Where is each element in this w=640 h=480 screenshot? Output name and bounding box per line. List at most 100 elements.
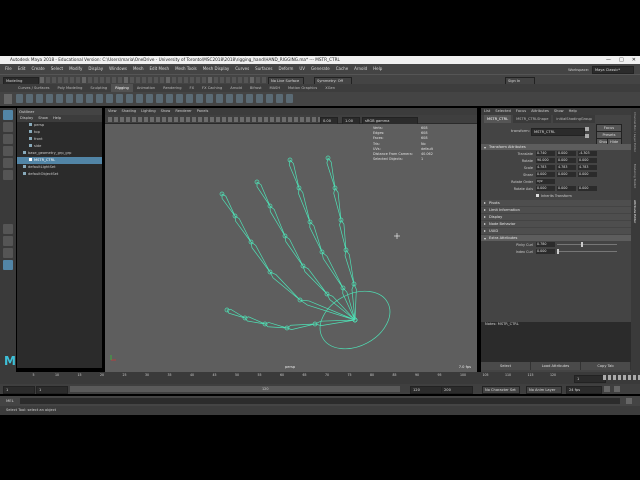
viewport-tool-icon[interactable] (306, 117, 310, 122)
joint-bone[interactable] (333, 187, 342, 221)
viewport-tool-icon[interactable] (258, 117, 262, 122)
ae-menu-help[interactable]: Help (569, 108, 577, 115)
ae-menu-focus[interactable]: Focus (516, 108, 526, 115)
select-button[interactable]: Select (481, 362, 531, 370)
status-tool-icon[interactable] (250, 77, 254, 83)
auto-key-icon[interactable] (604, 386, 610, 392)
shelf-tool-icon[interactable] (266, 94, 273, 103)
shelf-tab-sculpting[interactable]: Sculpting (86, 84, 111, 92)
status-tool-icon[interactable] (184, 77, 188, 83)
viewport-tool-icon[interactable] (288, 117, 292, 122)
script-editor-icon[interactable] (626, 398, 632, 404)
single-view-layout-icon[interactable] (3, 224, 13, 234)
viewport-menu-shading[interactable]: Shading (122, 108, 137, 115)
viewport-tool-icon[interactable] (228, 117, 232, 122)
rotate-tool-icon[interactable] (3, 158, 13, 168)
viewport-tool-icon[interactable] (132, 117, 136, 122)
viewport-menu-renderer[interactable]: Renderer (175, 108, 191, 115)
outliner-item[interactable]: front (17, 136, 102, 143)
menu-display[interactable]: Display (85, 64, 106, 74)
anim-layer-select[interactable]: No Anim Layer (526, 386, 562, 394)
transform-name-field[interactable]: MSTR_CTRL (531, 128, 585, 136)
index-curl-slider-handle[interactable] (557, 249, 559, 254)
rotate-z-field[interactable]: 0.000 (578, 158, 597, 163)
shelf-tab-animation[interactable]: Animation (133, 84, 159, 92)
joint-bone[interactable] (321, 251, 344, 289)
status-tool-icon[interactable] (70, 77, 74, 83)
joint-bone[interactable] (221, 193, 236, 217)
outliner-item[interactable]: defaultLightSet (17, 164, 102, 171)
viewport-tool-icon[interactable] (210, 117, 214, 122)
ae-tab[interactable]: initialShadingGroup (553, 115, 595, 123)
shelf-tool-icon[interactable] (176, 94, 183, 103)
translate-z-field[interactable]: -4.303 (578, 151, 597, 156)
viewport-tool-icon[interactable] (240, 117, 244, 122)
shelf-tool-icon[interactable] (126, 94, 133, 103)
ae-menu-list[interactable]: List (484, 108, 490, 115)
ae-menu-show[interactable]: Show (554, 108, 564, 115)
shelf-tab-xgen[interactable]: XGen (321, 84, 339, 92)
pinky-curl-slider[interactable] (557, 242, 617, 247)
shelf-menu-icon[interactable] (4, 94, 12, 104)
joint-bone[interactable] (286, 323, 316, 330)
shelf-tool-icon[interactable] (216, 94, 223, 103)
outliner-menu-display[interactable]: Display (20, 115, 33, 122)
shelf-tool-icon[interactable] (26, 94, 33, 103)
shelf-tab-fx-caching[interactable]: FX Caching (198, 84, 226, 92)
rotate-order-select[interactable]: xyz (536, 179, 555, 184)
transform-attributes-section[interactable]: Transform Attributes (481, 144, 631, 150)
viewport-tool-icon[interactable] (246, 117, 250, 122)
rotate-x-field[interactable]: 90.000 (536, 158, 555, 163)
viewport-tool-icon[interactable] (150, 117, 154, 122)
shear-xy-field[interactable]: 0.000 (536, 172, 555, 177)
status-tool-icon[interactable] (178, 77, 182, 83)
viewport-tool-icon[interactable] (156, 117, 160, 122)
lasso-tool-icon[interactable] (3, 122, 13, 132)
status-tool-icon[interactable] (244, 77, 248, 83)
outliner-layout-icon[interactable] (3, 260, 13, 270)
status-tool-icon[interactable] (196, 77, 200, 83)
step-forward-key-icon[interactable] (628, 375, 631, 380)
notes-area[interactable] (481, 322, 631, 362)
playback-start-field[interactable]: 1 (36, 386, 68, 394)
viewport-tool-icon[interactable] (270, 117, 274, 122)
viewport-tool-icon[interactable] (168, 117, 172, 122)
joint-bone[interactable] (256, 181, 271, 207)
viewport-tool-icon[interactable] (282, 117, 286, 122)
index-curl-slider[interactable] (557, 249, 617, 254)
menu-mesh-tools[interactable]: Mesh Tools (172, 64, 200, 74)
hand-rig-wireframe[interactable] (105, 124, 477, 372)
focus-arrow-icon[interactable] (585, 127, 589, 131)
scale-tool-icon[interactable] (3, 170, 13, 180)
viewport-tool-icon[interactable] (114, 117, 118, 122)
status-tool-icon[interactable] (190, 77, 194, 83)
channel-box-tab[interactable]: Channel Box / Layer Editor (633, 112, 637, 152)
joint-bone[interactable] (269, 205, 286, 237)
load-attributes-button[interactable]: Load Attributes (531, 362, 581, 370)
joint-bone[interactable] (302, 265, 328, 295)
menu-curves[interactable]: Curves (232, 64, 252, 74)
status-tool-icon[interactable] (256, 77, 260, 83)
command-input[interactable] (20, 398, 620, 404)
shelf-tab-motion-graphics[interactable]: Motion Graphics (284, 84, 321, 92)
outliner-item[interactable]: defaultObjectSet (17, 171, 102, 178)
step-back-icon[interactable] (608, 375, 611, 380)
limit-information-section[interactable]: Limit Information (481, 207, 631, 213)
range-slider-bar[interactable]: 120 (70, 386, 400, 392)
shelf-tool-icon[interactable] (76, 94, 83, 103)
step-back-key-icon[interactable] (613, 375, 616, 380)
preferences-icon[interactable] (614, 386, 620, 392)
joint-bone[interactable] (344, 249, 355, 285)
viewport-tool-icon[interactable] (234, 117, 238, 122)
shelf-tool-icon[interactable] (146, 94, 153, 103)
viewport-tool-icon[interactable] (300, 117, 304, 122)
current-frame-field[interactable]: 1 (574, 375, 606, 383)
shelf-tool-icon[interactable] (86, 94, 93, 103)
viewport-tool-icon[interactable] (162, 117, 166, 122)
joint-bone[interactable] (269, 271, 301, 301)
paint-select-tool-icon[interactable] (3, 134, 13, 144)
viewport-tool-icon[interactable] (222, 117, 226, 122)
status-tool-icon[interactable] (76, 77, 80, 83)
outliner-item[interactable]: base_geometry_grp_grp (17, 150, 102, 157)
shelf-tool-icon[interactable] (206, 94, 213, 103)
